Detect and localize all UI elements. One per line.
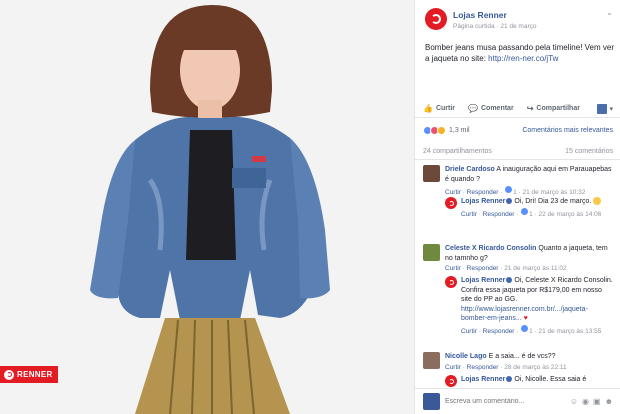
comment-reply-link[interactable]: Responder [467, 189, 499, 196]
reply-reply-link[interactable]: Responder [483, 211, 515, 218]
reply-meta: Curtir · Responder · 1 · 22 de março às … [461, 206, 613, 220]
renner-logo-badge: RENNER [0, 366, 58, 383]
comment-icon: 💬 [468, 104, 478, 113]
page-name-link[interactable]: Lojas Renner [453, 10, 507, 20]
comment-composer: ☺ ◉ ▣ ☻ [415, 388, 620, 414]
comment-meta: Curtir · Responder · 1 · 21 de março às … [445, 185, 617, 198]
comment-like-link[interactable]: Curtir [445, 189, 461, 196]
reply-like-link[interactable]: Curtir [461, 328, 477, 335]
reply-like-link[interactable]: Curtir [461, 211, 477, 218]
comment-text: E a saia... é de vcs?? [488, 353, 556, 360]
reply-like-count: 1 [529, 210, 533, 218]
share-button[interactable]: ↪ Compartilhar [527, 104, 580, 113]
like-reaction-icon [504, 185, 514, 194]
page-reply-avatar[interactable] [445, 276, 457, 288]
post-header: Lojas Renner Página curtida · 21 de març… [415, 0, 620, 40]
comments-count[interactable]: 15 comentários [565, 148, 613, 155]
reply-item: Lojas Renner Oi, Celeste X Ricardo Conso… [445, 276, 613, 344]
comment-author[interactable]: Nicolle Lago [445, 353, 487, 360]
commenter-avatar[interactable] [423, 165, 440, 182]
reply-reply-link[interactable]: Responder [483, 328, 515, 335]
reply-author-name: Lojas Renner [461, 376, 506, 383]
current-user-avatar [423, 393, 440, 410]
comment-label: Comentar [481, 105, 514, 112]
dropdown-caret-icon: ▾ [609, 105, 613, 113]
post-actions-bar: 👍 Curtir 💬 Comentar ↪ Compartilhar ▾ [415, 100, 620, 118]
comment-button[interactable]: 💬 Comentar [468, 104, 514, 113]
emoji-icon[interactable]: ☺ [570, 397, 578, 406]
reply-author[interactable]: Lojas Renner [461, 376, 513, 383]
comment-time[interactable]: 28 de março às 22:11 [504, 364, 566, 371]
reply-text: Oi, Nicolle. Essa saia é [514, 376, 587, 383]
reply-time[interactable]: 22 de março às 14:06 [538, 211, 601, 218]
sticker-icon[interactable]: ☻ [605, 397, 613, 406]
reactions-summary: 1,3 mil Comentários mais relevantes [415, 120, 620, 140]
page-avatar[interactable] [425, 8, 447, 30]
post-message: Bomber jeans musa passando pela timeline… [425, 42, 615, 64]
reply-author[interactable]: Lojas Renner [461, 277, 513, 284]
heart-emoji-icon: ♥ [523, 315, 528, 322]
reply-author-name: Lojas Renner [461, 277, 506, 284]
reactions-count[interactable]: 1,3 mil [449, 127, 470, 134]
wow-reaction-icon [437, 125, 446, 135]
shares-count[interactable]: 24 compartilhamentos [423, 148, 492, 155]
reply-text: Oi, Dri! Dia 23 de março. [514, 198, 592, 205]
reply-author-name: Lojas Renner [461, 198, 506, 205]
reply-author[interactable]: Lojas Renner [461, 198, 513, 205]
comment-time[interactable]: 21 de março às 10:32 [522, 189, 585, 196]
reply-item: Lojas Renner Oi, Nicolle. Essa saia é [445, 375, 613, 387]
reply-meta: Curtir · Responder · 1 · 21 de março às … [461, 323, 613, 337]
commenter-avatar[interactable] [423, 244, 440, 261]
post-date[interactable]: 21 de março [500, 23, 536, 30]
post-stats: 24 compartilhamentos 15 comentários [415, 144, 620, 160]
page-reply-avatar[interactable] [445, 375, 457, 387]
comment-like-count: 1 [513, 189, 517, 196]
like-reaction-icon [520, 323, 530, 333]
verified-badge-icon [506, 376, 513, 383]
comment-input[interactable] [445, 398, 565, 405]
post-meta: Página curtida · 21 de março [453, 23, 537, 30]
comment-time[interactable]: 21 de março às 11:02 [504, 265, 566, 272]
smile-emoji-icon [593, 197, 602, 206]
camera-icon[interactable]: ◉ [582, 397, 589, 406]
reply-time[interactable]: 21 de março às 13:55 [538, 328, 601, 335]
post-as-selector[interactable]: ▾ [597, 103, 613, 114]
thumbs-up-icon: 👍 [423, 104, 433, 113]
renner-logo-icon [4, 369, 14, 380]
gif-icon[interactable]: ▣ [593, 397, 601, 406]
post-link[interactable]: http://ren-ner.co/jTw [488, 54, 558, 63]
like-label: Curtir [435, 105, 456, 112]
share-icon: ↪ [526, 104, 534, 113]
composer-icons: ☺ ◉ ▣ ☻ [570, 397, 613, 406]
like-button[interactable]: 👍 Curtir [423, 104, 455, 113]
reply-like-count: 1 [529, 327, 533, 335]
post-photo[interactable]: RENNER [0, 0, 414, 414]
page-liked-label: Página curtida [453, 23, 495, 30]
comment-author[interactable]: Driele Cardoso [445, 166, 495, 173]
comment-meta: Curtir · Responder · 21 de março às 11:0… [445, 265, 567, 272]
chevron-down-icon[interactable]: ⌄ [606, 8, 613, 17]
comment-sort-dropdown[interactable]: Comentários mais relevantes [522, 127, 613, 134]
comment-item: Driele Cardoso A inauguração aqui em Par… [423, 165, 617, 198]
comment-reply-link[interactable]: Responder [467, 265, 499, 272]
comment-item: Celeste X Ricardo Consolin Quanto a jaqu… [423, 244, 617, 274]
like-reaction-icon [520, 206, 530, 216]
reply-item: Lojas Renner Oi, Dri! Dia 23 de março. C… [445, 197, 613, 231]
share-label: Compartilhar [536, 105, 580, 112]
comment-reply-link[interactable]: Responder [467, 364, 499, 371]
comment-author[interactable]: Celeste X Ricardo Consolin [445, 245, 536, 252]
comment-like-link[interactable]: Curtir [445, 265, 461, 272]
comment-like-link[interactable]: Curtir [445, 364, 461, 371]
verified-badge-icon [506, 277, 513, 284]
page-thumb-icon [597, 103, 608, 114]
renner-logo-text: RENNER [17, 370, 53, 379]
post-sidebar: Lojas Renner Página curtida · 21 de març… [414, 0, 620, 414]
comment-item: Nicolle Lago E a saia... é de vcs?? Curt… [423, 352, 617, 374]
model-denim-jacket-illustration [0, 0, 414, 414]
commenter-avatar[interactable] [423, 352, 440, 369]
verified-badge-icon [506, 198, 513, 205]
page-reply-avatar[interactable] [445, 197, 457, 209]
comment-meta: Curtir · Responder · 28 de março às 22:1… [445, 363, 567, 371]
